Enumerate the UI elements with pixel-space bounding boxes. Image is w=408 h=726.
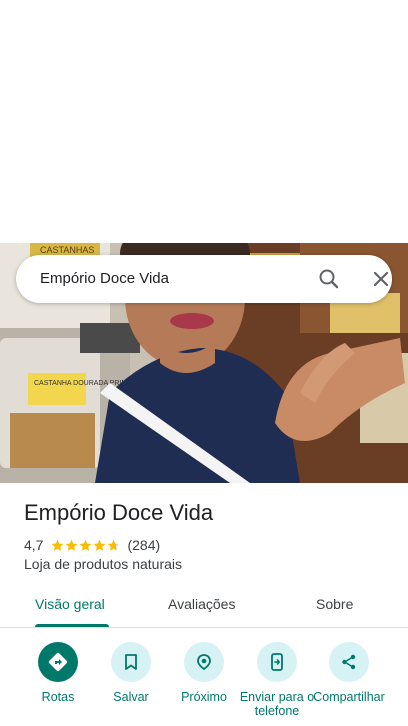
tab-reviews[interactable]: Avaliações — [168, 596, 235, 612]
search-input[interactable]: Empório Doce Vida — [40, 270, 169, 287]
directions-label: Rotas — [41, 690, 75, 704]
search-bar[interactable]: Empório Doce Vida — [16, 255, 392, 303]
rating-row[interactable]: 4,7 (284) — [24, 536, 160, 554]
save-button[interactable]: Salvar — [91, 640, 171, 704]
active-tab-indicator — [35, 624, 109, 627]
star-icon — [52, 539, 64, 551]
share-icon — [329, 642, 369, 682]
tab-overview[interactable]: Visão geral — [35, 596, 105, 612]
star-icon — [66, 539, 78, 551]
send-to-phone-label: Enviar para o telefone — [239, 690, 315, 718]
review-count: (284) — [127, 537, 161, 553]
nearby-icon — [184, 642, 224, 682]
send-to-phone-icon — [257, 642, 297, 682]
directions-icon — [38, 642, 78, 682]
star-icon — [80, 539, 92, 551]
close-icon[interactable] — [368, 267, 394, 291]
send-to-phone-button[interactable]: Enviar para o telefone — [237, 640, 317, 718]
map-blank-area — [0, 0, 408, 243]
star-icon — [94, 539, 106, 551]
search-icon[interactable] — [316, 267, 342, 291]
share-label: Compartilhar — [313, 690, 385, 704]
rating-value: 4,7 — [24, 537, 44, 553]
nearby-label: Próximo — [181, 690, 227, 704]
nearby-button[interactable]: Próximo — [164, 640, 244, 704]
shelf-sign-castanhas: CASTANHAS — [40, 245, 94, 255]
tab-bar: Visão geral Avaliações Sobre — [0, 584, 408, 628]
place-title: Empório Doce Vida — [24, 500, 214, 525]
star-icon — [108, 539, 120, 551]
rating-stars — [51, 539, 121, 552]
save-label: Salvar — [113, 690, 149, 704]
directions-button[interactable]: Rotas — [18, 640, 98, 704]
action-buttons: Rotas Salvar Próximo Enviar para o telef… — [0, 640, 408, 726]
share-button[interactable]: Compartilhar — [309, 640, 389, 704]
tab-about[interactable]: Sobre — [316, 596, 353, 612]
place-category: Loja de produtos naturais — [24, 556, 182, 572]
bookmark-icon — [111, 642, 151, 682]
